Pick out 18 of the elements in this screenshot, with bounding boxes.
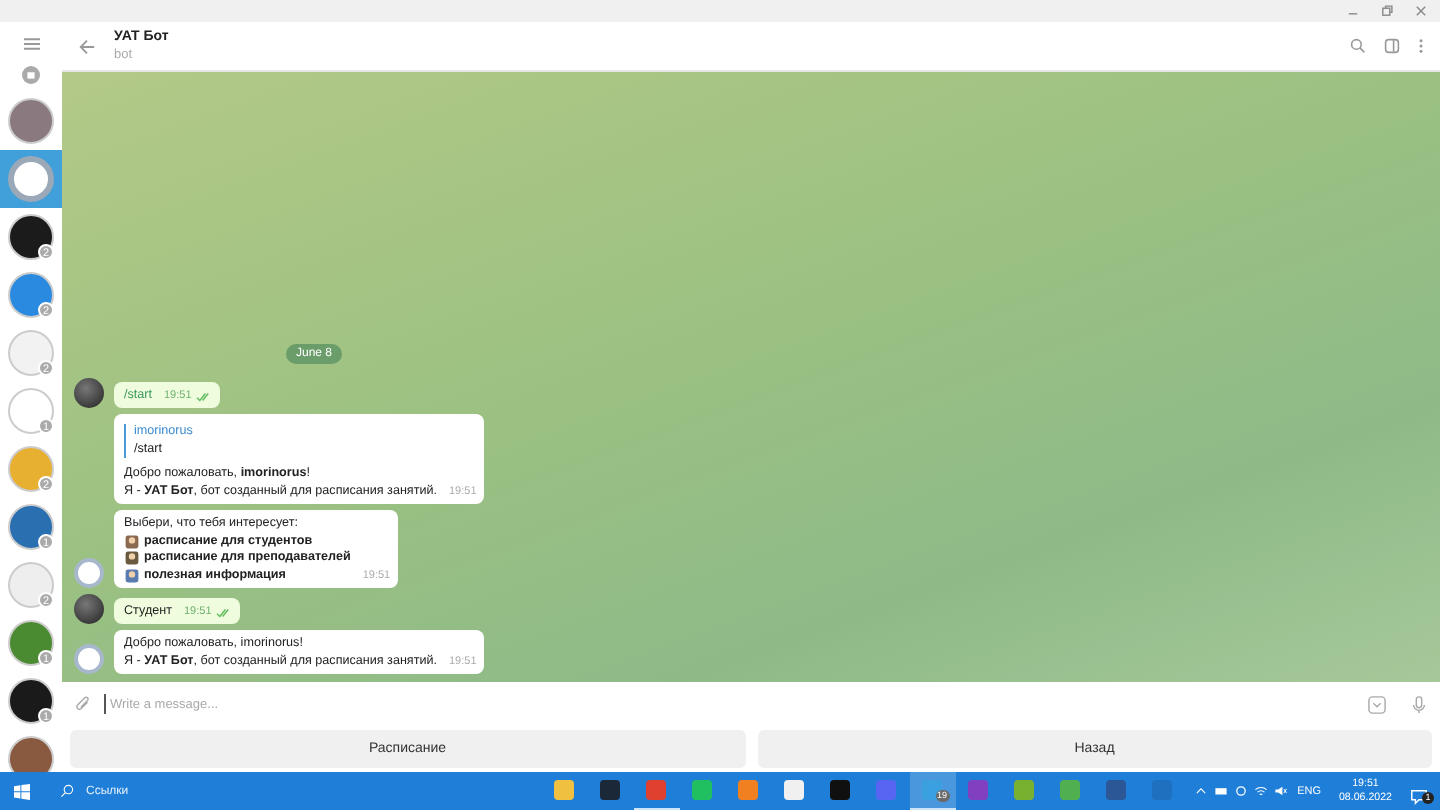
- more-icon[interactable]: [1418, 38, 1424, 54]
- paperclip-icon[interactable]: [74, 695, 92, 713]
- notification-icon[interactable]: [1410, 787, 1428, 805]
- back-arrow-icon[interactable]: [78, 37, 96, 55]
- menu-icon[interactable]: [21, 36, 41, 52]
- sidebar-panel-icon[interactable]: [1384, 38, 1400, 54]
- chevron-up-icon[interactable]: [1193, 784, 1208, 798]
- archive-icon[interactable]: [22, 66, 40, 84]
- close-icon[interactable]: [1414, 4, 1428, 18]
- wifi-icon[interactable]: [1253, 784, 1268, 798]
- speaker-icon[interactable]: [1273, 784, 1288, 798]
- microphone-icon[interactable]: [1410, 695, 1428, 713]
- chevron-square-icon[interactable]: [1368, 695, 1386, 713]
- search-icon[interactable]: [1350, 38, 1366, 54]
- search-icon[interactable]: [60, 784, 74, 798]
- windows-logo-icon[interactable]: [14, 783, 30, 799]
- chat-list-item[interactable]: [0, 150, 62, 208]
- restore-icon[interactable]: [1380, 4, 1394, 18]
